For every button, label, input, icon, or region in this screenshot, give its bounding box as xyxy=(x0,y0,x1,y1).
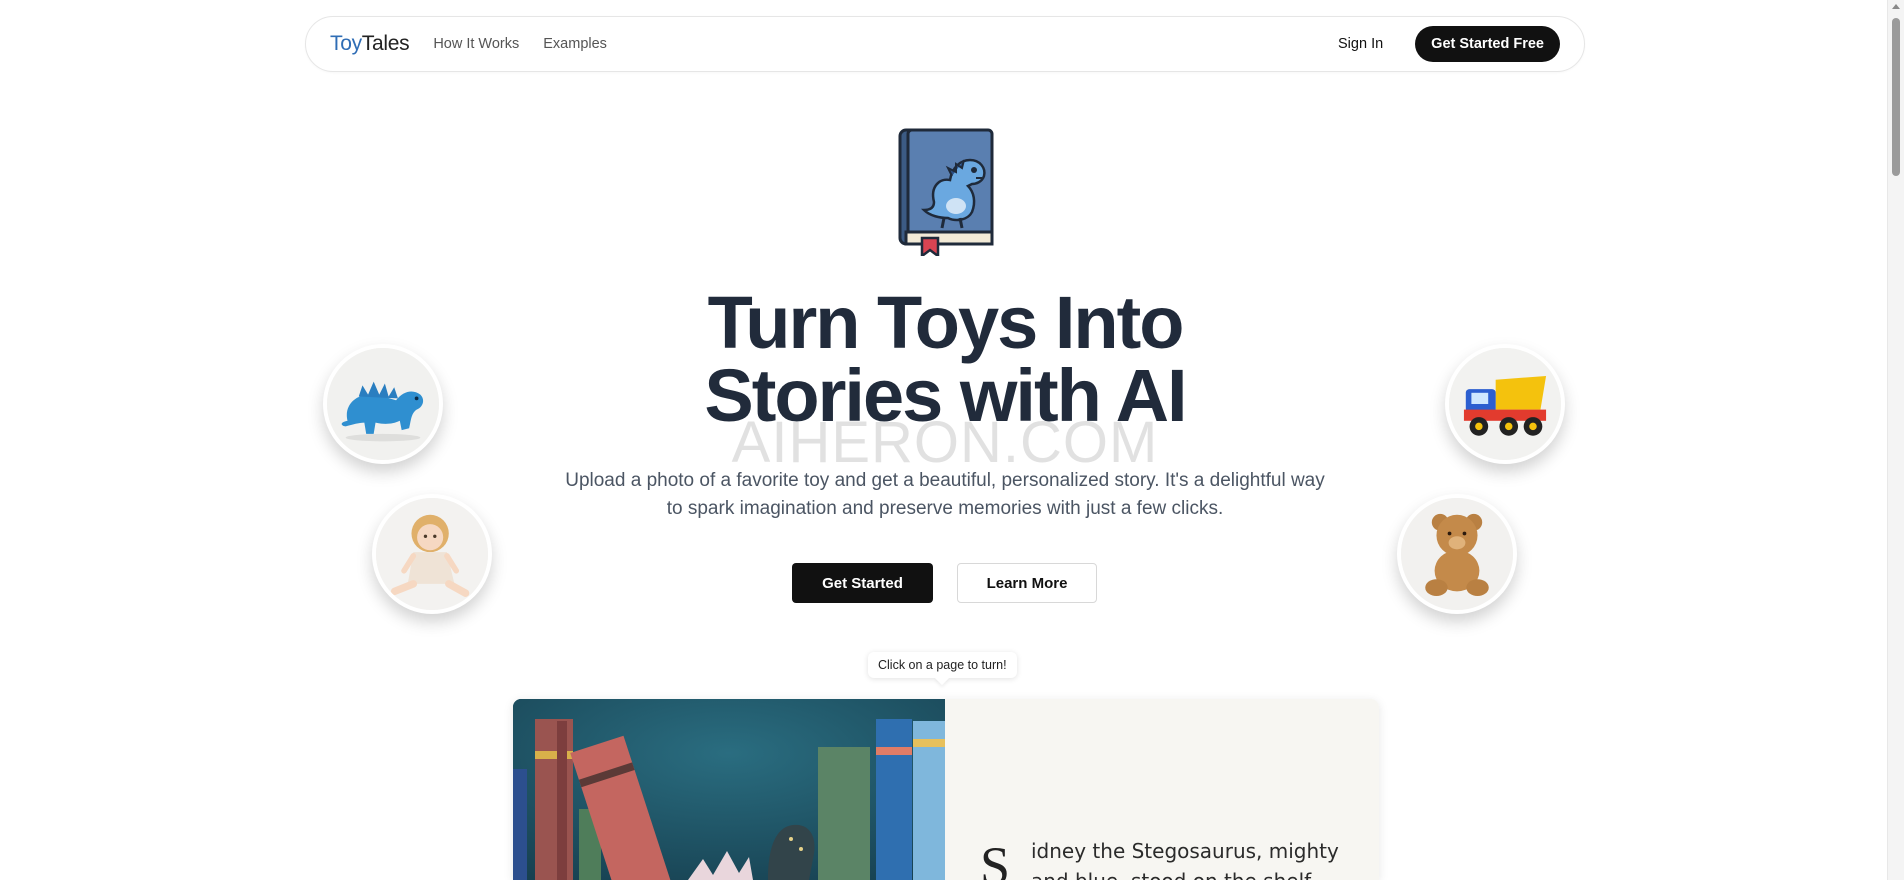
scrollbar-thumb[interactable] xyxy=(1892,18,1900,176)
dump-truck-toy-image xyxy=(1445,344,1565,464)
story-text-line2: and blue, stood on the shelf... xyxy=(1031,869,1329,880)
scrollbar[interactable] xyxy=(1887,0,1904,880)
hero-subtitle-line1: Upload a photo of a favorite toy and get… xyxy=(565,470,1325,491)
hero-subtitle-line2: to spark imagination and preserve memori… xyxy=(666,498,1224,519)
get-started-button[interactable]: Get Started xyxy=(792,563,933,603)
scroll-up-arrow-icon[interactable] xyxy=(1892,4,1900,9)
get-started-free-button[interactable]: Get Started Free xyxy=(1415,26,1560,62)
hero-subtitle: Upload a photo of a favorite toy and get… xyxy=(552,467,1338,523)
logo-text-toy: Toy xyxy=(330,32,362,55)
logo-text-tales: Tales xyxy=(361,32,410,55)
watermark-text: AIHERON.COM xyxy=(731,410,1159,475)
blue-dinosaur-toy-image xyxy=(323,344,443,464)
nav-link-examples[interactable]: Examples xyxy=(543,36,607,52)
page-turn-hint-tooltip: Click on a page to turn! xyxy=(868,652,1017,678)
storybook-right-page[interactable]: S idney the Stegosaurus, mighty and blue… xyxy=(945,699,1379,880)
story-dropcap: S xyxy=(980,836,1011,880)
story-text-line1: idney the Stegosaurus, mighty xyxy=(1031,839,1339,863)
hero-title-line1: Turn Toys Into xyxy=(707,281,1185,364)
learn-more-button[interactable]: Learn More xyxy=(957,563,1097,603)
sign-in-link[interactable]: Sign In xyxy=(1338,36,1383,52)
top-navbar: ToyTales How It Works Examples Sign In G… xyxy=(305,16,1585,72)
storybook-dinosaur-icon xyxy=(894,126,998,259)
doll-toy-image xyxy=(372,494,492,614)
teddy-bear-toy-image xyxy=(1397,494,1517,614)
storybook-preview[interactable]: S idney the Stegosaurus, mighty and blue… xyxy=(513,699,1379,880)
nav-link-how-it-works[interactable]: How It Works xyxy=(433,36,519,52)
storybook-left-page-illustration[interactable] xyxy=(513,699,945,880)
logo[interactable]: ToyTales xyxy=(330,32,410,56)
